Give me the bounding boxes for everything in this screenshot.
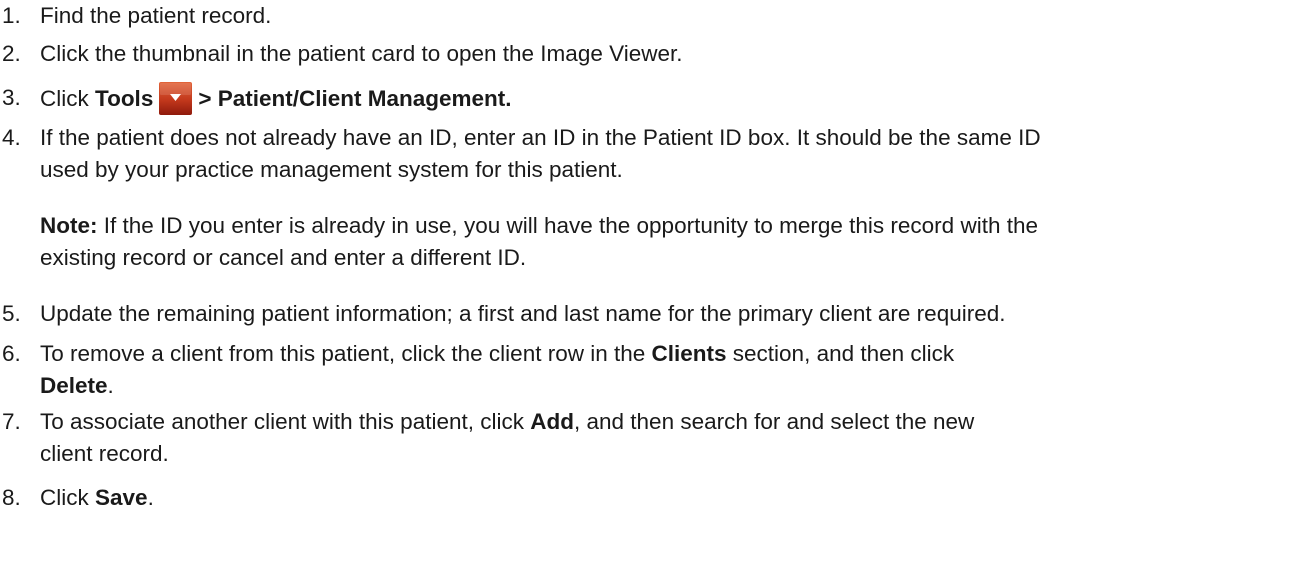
step-text: Click bbox=[40, 86, 95, 111]
instructions-document: 1. Find the patient record. 2. Click the… bbox=[0, 0, 1292, 565]
step-number: 4. bbox=[2, 125, 21, 150]
step-number: 2. bbox=[2, 41, 21, 66]
step-number: 6. bbox=[2, 341, 21, 366]
note-text-line-2: existing record or cancel and enter a di… bbox=[40, 245, 527, 270]
note-label: Note: bbox=[40, 213, 98, 238]
step-text: Click bbox=[40, 485, 95, 510]
step-number: 5. bbox=[2, 301, 21, 326]
step-7: 7. To associate another client with this… bbox=[0, 406, 1292, 470]
punctuation: . bbox=[107, 373, 114, 398]
chevron-down-icon bbox=[159, 82, 193, 115]
menu-arrow: > bbox=[198, 86, 212, 111]
note-text-line-1: If the ID you enter is already in use, y… bbox=[97, 213, 1038, 238]
add-button-label: Add bbox=[530, 409, 574, 434]
clients-section-label: Clients bbox=[651, 341, 727, 366]
step-number: 3. bbox=[2, 85, 21, 110]
step-1: 1. Find the patient record. bbox=[0, 0, 1292, 32]
step-text-line-2: used by your practice management system … bbox=[40, 157, 623, 182]
step-text: Update the remaining patient information… bbox=[40, 301, 1006, 326]
step-number: 7. bbox=[2, 409, 21, 434]
note-block: Note: If the ID you enter is already in … bbox=[40, 210, 1290, 274]
step-text: Find the patient record. bbox=[40, 3, 272, 28]
step-number: 8. bbox=[2, 485, 21, 510]
punctuation: . bbox=[147, 485, 154, 510]
step-text: , and then search for and select the new bbox=[574, 409, 975, 434]
step-2: 2. Click the thumbnail in the patient ca… bbox=[0, 38, 1292, 70]
patient-client-management-label: Patient/Client Management. bbox=[217, 86, 512, 111]
step-5: 5. Update the remaining patient informat… bbox=[0, 298, 1292, 330]
tools-menu-label: Tools bbox=[95, 86, 154, 111]
step-text: To associate another client with this pa… bbox=[40, 409, 531, 434]
step-8: 8. Click Save. bbox=[0, 482, 1292, 514]
step-text-line-2: client record. bbox=[40, 441, 169, 466]
step-3: 3. Click Tools > Patient/Client Manageme… bbox=[0, 82, 1292, 115]
step-text-line-1: If the patient does not already have an … bbox=[40, 125, 1041, 150]
step-text: section, and then click bbox=[726, 341, 955, 366]
save-button-label: Save bbox=[95, 485, 148, 510]
step-text: Click the thumbnail in the patient card … bbox=[40, 41, 683, 66]
step-4: 4. If the patient does not already have … bbox=[0, 122, 1292, 186]
step-number: 1. bbox=[2, 3, 21, 28]
step-text: To remove a client from this patient, cl… bbox=[40, 341, 652, 366]
step-6: 6. To remove a client from this patient,… bbox=[0, 338, 1292, 402]
delete-button-label: Delete bbox=[40, 373, 108, 398]
